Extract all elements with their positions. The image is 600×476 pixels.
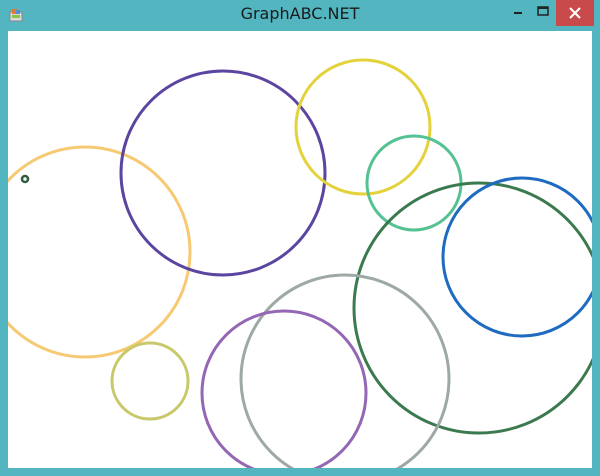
maximize-icon [537, 6, 549, 16]
circle-purple [200, 309, 368, 468]
circle-orange [8, 145, 192, 359]
circle-dark-green [352, 181, 592, 435]
circle-yellow [294, 58, 432, 196]
circle-indigo [119, 69, 327, 277]
graphabc-window: GraphABC.NET [0, 0, 600, 476]
drawing-canvas[interactable] [8, 31, 592, 468]
circles-drawing [8, 58, 592, 468]
circle-olive [110, 341, 190, 421]
close-button[interactable] [556, 0, 594, 26]
title-bar[interactable]: GraphABC.NET [0, 0, 600, 30]
circle-gray [239, 273, 451, 468]
maximize-button[interactable] [532, 0, 554, 26]
circle-mint [365, 134, 463, 232]
close-icon [569, 7, 581, 19]
minimize-button[interactable] [504, 0, 532, 26]
minimize-icon [514, 12, 522, 14]
circle-small-dot [20, 174, 30, 184]
circle-blue [441, 176, 592, 338]
